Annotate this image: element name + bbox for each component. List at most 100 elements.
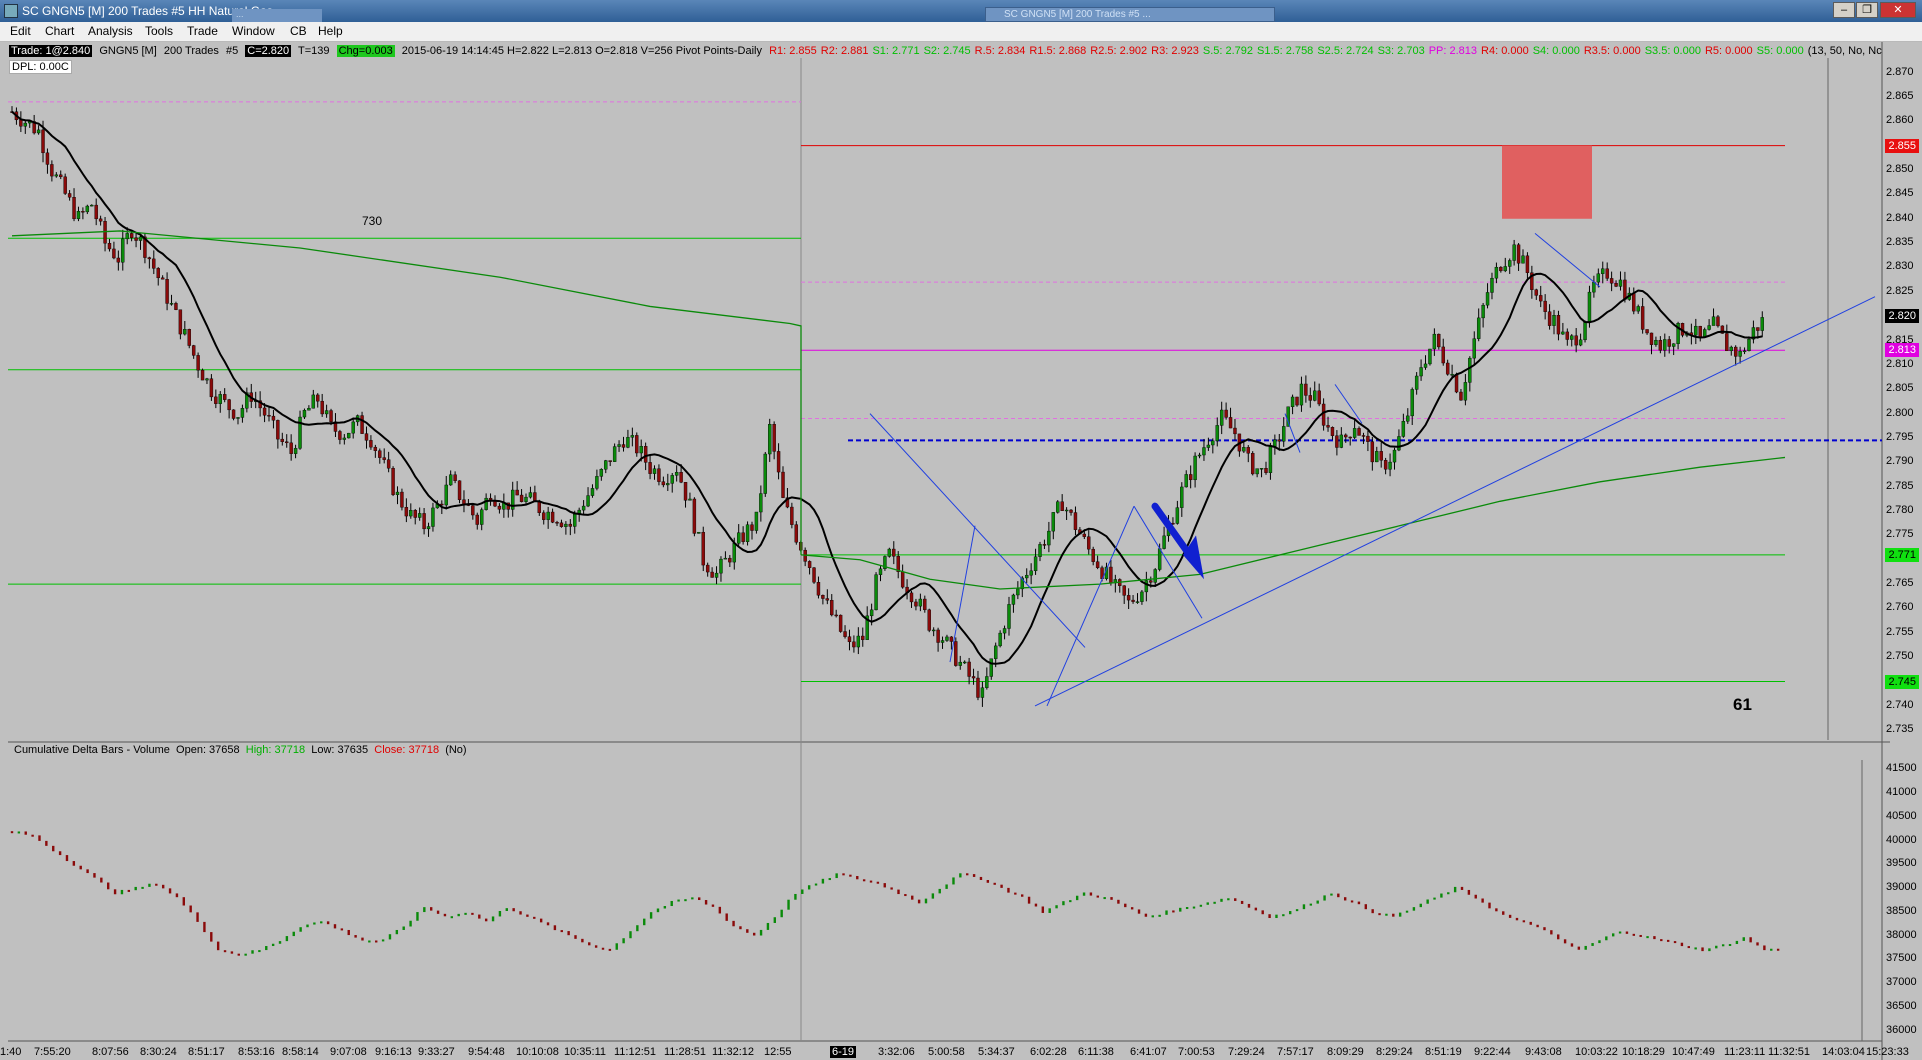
candle-body — [1228, 417, 1233, 429]
candle-body — [1042, 544, 1047, 546]
menu-tools[interactable]: Tools — [145, 24, 173, 38]
delta-bar — [141, 886, 144, 889]
candle-body — [542, 512, 546, 520]
x-tick-label: 9:07:08 — [330, 1046, 367, 1058]
x-tick-label: 11:12:51 — [614, 1046, 657, 1058]
delta-bar — [1192, 906, 1196, 909]
delta-bar — [368, 940, 371, 943]
candle-body — [262, 407, 267, 416]
delta-bar — [608, 948, 612, 951]
menu-analysis[interactable]: Analysis — [88, 24, 133, 38]
candle-body — [316, 394, 320, 402]
x-tick-label: 15:23:33 — [1866, 1046, 1909, 1058]
candle-body — [1401, 421, 1406, 437]
candle-body — [612, 446, 617, 462]
candle-body — [1383, 460, 1388, 470]
candle-body — [1025, 574, 1029, 579]
menu-help[interactable]: Help — [318, 24, 343, 38]
candle-body — [1135, 601, 1140, 603]
delta-bar — [1323, 895, 1326, 901]
delta-bar — [333, 924, 337, 929]
candle-body — [1153, 569, 1157, 583]
delta-bar — [478, 914, 481, 919]
price-chart[interactable] — [0, 42, 1922, 1060]
candle-body — [807, 561, 812, 568]
delta-bar — [457, 913, 460, 917]
y-tick-label: 2.795 — [1886, 430, 1914, 443]
candle-body — [444, 484, 448, 506]
candle-body — [289, 442, 293, 454]
delta-bar — [436, 910, 440, 914]
candle-body — [1525, 255, 1530, 273]
delta-bar — [1522, 920, 1526, 923]
candle-body — [581, 505, 586, 511]
candle-body — [209, 378, 214, 398]
lower-y-tick-label: 39500 — [1886, 857, 1917, 870]
candle-body — [1033, 556, 1038, 572]
y-tick-label: 2.850 — [1886, 163, 1914, 176]
delta-bar — [52, 845, 55, 852]
menu-chart[interactable]: Chart — [45, 24, 74, 38]
candle-body — [1636, 306, 1640, 312]
delta-bar — [704, 900, 708, 905]
delta-bar — [1392, 913, 1395, 917]
trend-line — [1046, 505, 1135, 707]
candle-body — [342, 437, 347, 440]
delta-bar — [223, 950, 227, 953]
candle-body — [417, 513, 422, 518]
menu-cb[interactable]: CB — [290, 24, 307, 38]
delta-bar — [601, 947, 605, 950]
menu-trade[interactable]: Trade — [187, 24, 218, 38]
candle-body — [1056, 501, 1060, 513]
background-window-tab[interactable]: SC GNGN5 [M] 200 Trades #5 ... — [985, 7, 1275, 22]
restore-button[interactable]: ❐ — [1856, 2, 1878, 18]
close-button[interactable]: ✕ — [1880, 2, 1916, 18]
menu-window[interactable]: Window — [232, 24, 275, 38]
lower-y-tick-label: 40500 — [1886, 809, 1917, 822]
candle-body — [1459, 391, 1463, 401]
fast-moving-average — [11, 111, 1763, 665]
delta-bar — [10, 831, 14, 834]
candle-body — [1069, 509, 1073, 513]
candle-body — [1073, 512, 1078, 530]
candle-body — [169, 303, 174, 305]
delta-bar — [1529, 921, 1532, 925]
candle-body — [958, 661, 962, 666]
candle-body — [493, 501, 497, 507]
pivot-label: R2: 2.881 — [820, 45, 869, 57]
pivot-label: S4: 0.000 — [1532, 45, 1580, 57]
delta-bar — [326, 921, 330, 925]
pivot-label: R.5: 2.834 — [974, 45, 1026, 57]
x-tick-label: 10:10:08 — [516, 1046, 559, 1058]
candle-body — [1251, 453, 1255, 475]
delta-bar — [862, 879, 866, 882]
candle-body — [812, 567, 816, 583]
dpl-readout: DPL: 0.00C — [9, 60, 72, 74]
delta-bar — [739, 926, 742, 930]
candle-body — [1645, 329, 1649, 334]
candle-body — [116, 257, 121, 263]
delta-bar — [1302, 904, 1306, 910]
x-tick-label: 9:16:13 — [375, 1046, 412, 1058]
delta-bar — [1316, 900, 1319, 904]
pivot-label: S3.5: 0.000 — [1644, 45, 1701, 57]
menu-edit[interactable]: Edit — [10, 24, 31, 38]
candle-body — [648, 462, 652, 474]
candle-body — [714, 572, 719, 578]
candle-body — [781, 471, 785, 498]
x-tick-label: 11:32:12 — [712, 1046, 755, 1058]
pivot-label: (13, 50, No, Nc — [1807, 45, 1882, 57]
candle-body — [1671, 343, 1676, 347]
delta-bar — [615, 943, 618, 950]
minimize-button[interactable]: – — [1833, 2, 1855, 18]
delta-bar — [670, 900, 673, 907]
candle-body — [1122, 585, 1126, 596]
candle-body — [524, 496, 528, 502]
delta-bar — [1495, 908, 1498, 912]
candle-body — [1095, 561, 1100, 568]
price-axis-label: 2.820 — [1885, 309, 1919, 324]
candle-body — [1215, 425, 1219, 442]
delta-bar — [780, 909, 783, 918]
candle-body — [621, 444, 626, 448]
delta-bar — [38, 835, 41, 841]
